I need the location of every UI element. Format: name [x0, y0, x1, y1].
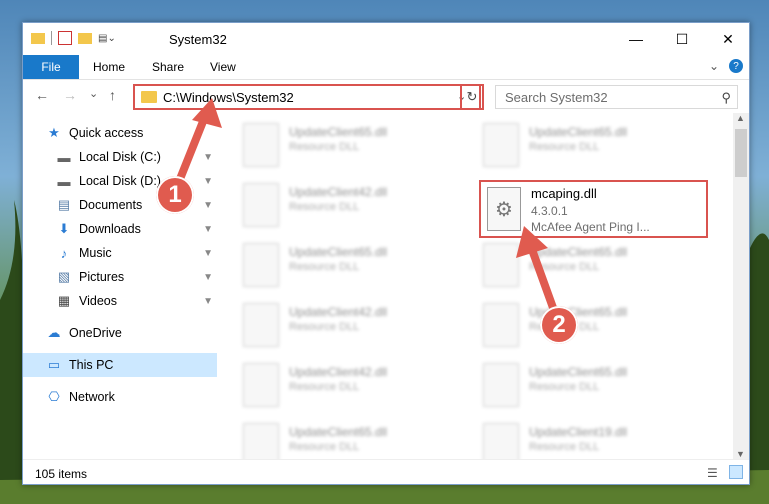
arrow-2-shaft [526, 240, 560, 320]
step-badge-1: 1 [156, 176, 194, 214]
callout-arrows [174, 98, 560, 320]
arrow-1-shaft [174, 110, 210, 188]
arrow-1-head [192, 98, 222, 128]
step-badge-2: 2 [540, 306, 578, 344]
